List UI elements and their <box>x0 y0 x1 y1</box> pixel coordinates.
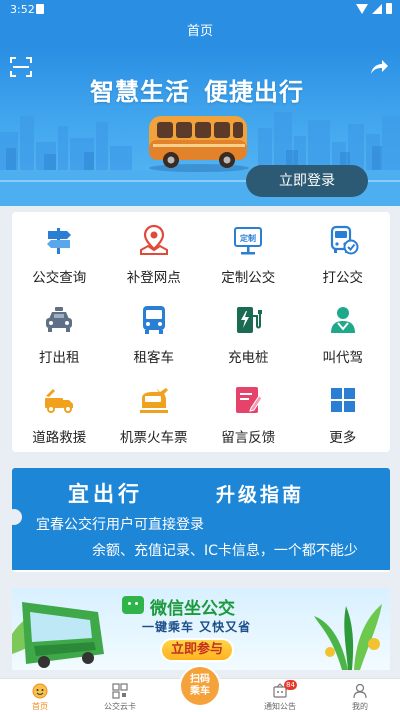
service-designated-driver[interactable]: 叫代驾 <box>296 292 391 372</box>
charging-pile-icon <box>237 307 263 333</box>
sign-board-icon: 定制 <box>234 227 263 255</box>
service-label: 公交查询 <box>32 270 87 286</box>
wechat-logo-icon <box>122 596 144 614</box>
map-pin-icon <box>139 224 168 255</box>
coach-icon <box>142 306 165 334</box>
tab-scan-ride[interactable]: 扫码 乘车 <box>160 667 240 712</box>
tab-label: 首页 <box>32 702 48 711</box>
join-now-button[interactable]: 立即参与 <box>160 638 234 662</box>
notice-count-badge: 84 <box>284 680 297 690</box>
guide-line-1: 宜春公交行用户可直接登录 <box>36 517 204 533</box>
share-icon[interactable] <box>368 56 390 78</box>
bus-hail-icon <box>330 225 359 255</box>
service-recharge-points[interactable]: 补登网点 <box>107 212 202 292</box>
wifi-icon <box>356 3 368 14</box>
service-label: 道路救援 <box>32 430 87 446</box>
upgrade-guide-banner[interactable]: 宜出行 升级指南 宜春公交行用户可直接登录 余额、充值记录、IC卡信息，一个都不… <box>12 468 390 572</box>
service-label: 打公交 <box>322 270 364 286</box>
battery-icon <box>386 3 392 14</box>
tow-truck-icon <box>45 389 74 413</box>
service-road-rescue[interactable]: 道路救援 <box>12 372 107 452</box>
service-custom-bus[interactable]: 定制 定制公交 <box>201 212 296 292</box>
service-label: 机票火车票 <box>120 430 188 446</box>
service-rent-coach[interactable]: 租客车 <box>107 292 202 372</box>
service-tickets[interactable]: 机票火车票 <box>107 372 202 452</box>
tab-label: 公交云卡 <box>104 702 136 711</box>
service-hail-bus[interactable]: 打公交 <box>296 212 391 292</box>
status-bar: 3:52 <box>0 0 400 18</box>
tab-home[interactable]: 首页 <box>0 679 80 712</box>
plant-decoration <box>314 604 382 670</box>
guide-subtitle: 升级指南 <box>216 484 305 506</box>
service-row: 道路救援 机票火车票 留言反馈 更多 <box>12 372 390 452</box>
service-label: 补登网点 <box>126 270 181 286</box>
page-title: 首页 <box>0 18 400 48</box>
service-label: 叫代驾 <box>322 350 364 366</box>
signpost-icon <box>47 228 72 254</box>
service-feedback[interactable]: 留言反馈 <box>201 372 296 452</box>
service-label: 定制公交 <box>221 270 276 286</box>
tab-cloud-card[interactable]: 公交云卡 <box>80 679 160 712</box>
taxi-icon <box>46 307 73 332</box>
tab-label: 通知公告 <box>264 702 296 711</box>
custom-bus-badge-text: 定制 <box>239 233 256 243</box>
home-face-icon <box>32 683 48 699</box>
service-label: 租客车 <box>133 350 175 366</box>
train-plane-icon <box>139 388 168 413</box>
service-label: 留言反馈 <box>221 430 276 446</box>
wechat-banner-subtitle: 一键乘车 又快又省 <box>142 620 252 634</box>
scan-icon[interactable] <box>10 57 32 77</box>
hero-banner: 智慧生活 便捷出行 立即登录 <box>0 48 400 206</box>
service-label: 充电桩 <box>228 350 269 366</box>
service-charging[interactable]: 充电桩 <box>201 292 296 372</box>
login-button[interactable]: 立即登录 <box>246 165 368 197</box>
service-bus-query[interactable]: 公交查询 <box>12 212 107 292</box>
guide-title: 宜出行 <box>68 482 143 506</box>
feedback-icon <box>236 387 263 413</box>
wechat-bus-banner[interactable]: 微信坐公交 一键乘车 又快又省 立即参与 <box>12 588 390 670</box>
qr-card-icon <box>112 683 128 699</box>
service-label: 打出租 <box>39 350 80 366</box>
guide-line-2: 余额、充值记录、IC卡信息，一个都不能少 <box>92 543 358 559</box>
tab-notices[interactable]: 84 通知公告 <box>240 679 320 712</box>
status-icons <box>356 3 392 14</box>
sd-card-icon <box>36 4 44 14</box>
bus-illustration <box>149 116 249 172</box>
wechat-banner-title: 微信坐公交 <box>150 599 235 619</box>
service-row: 公交查询 补登网点 定制 定制公交 打公交 <box>12 212 390 292</box>
profile-icon <box>353 683 367 699</box>
driver-icon <box>330 307 355 333</box>
service-more[interactable]: 更多 <box>296 372 391 452</box>
service-taxi[interactable]: 打出租 <box>12 292 107 372</box>
service-label: 更多 <box>329 430 357 446</box>
tab-profile[interactable]: 我的 <box>320 679 400 712</box>
service-row: 打出租 租客车 充电桩 叫代驾 <box>12 292 390 372</box>
signal-icon <box>372 3 382 14</box>
status-time: 3:52 <box>10 3 35 16</box>
service-grid: 公交查询 补登网点 定制 定制公交 打公交 打出租 租客车 充电桩 叫代驾 道路… <box>12 212 390 452</box>
scan-center-icon[interactable]: 扫码 乘车 <box>181 667 219 705</box>
bottom-tab-bar: 首页 公交云卡 扫码 乘车 84 通知公告 我的 <box>0 667 400 712</box>
grid-more-icon <box>330 388 355 412</box>
tab-label: 我的 <box>352 702 368 711</box>
green-bus-illustration <box>12 602 104 668</box>
